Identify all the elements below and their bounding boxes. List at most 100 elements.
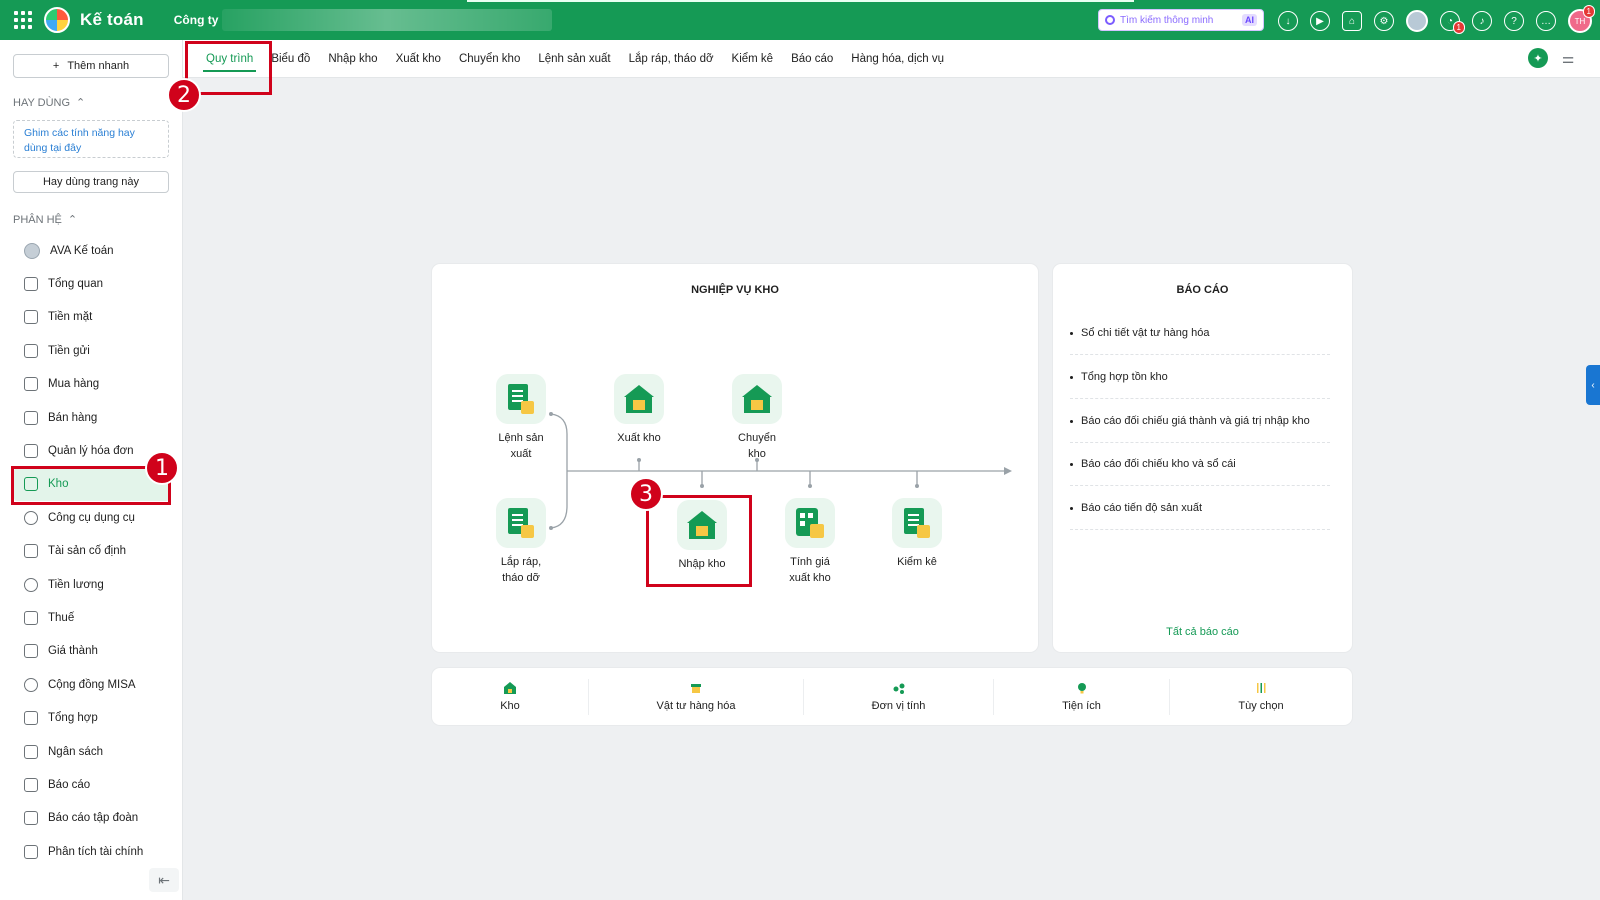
chat-icon[interactable]: ◔ 1 <box>1440 11 1465 34</box>
shortcut-options[interactable]: Tùy chọn <box>1170 679 1352 715</box>
node-stock-out[interactable]: Xuất kho <box>594 374 684 446</box>
node-label: Lệnh sản xuất <box>498 432 544 460</box>
node-cost-calc[interactable]: Tính giá xuất kho <box>765 498 855 586</box>
units-icon <box>893 683 904 694</box>
salary-icon <box>24 577 38 592</box>
sidebar-item-reports[interactable]: Báo cáo <box>0 768 183 801</box>
sidebar-item-summary[interactable]: Tổng hợp <box>0 701 183 734</box>
box-icon <box>691 683 701 693</box>
sidebar-item-label: Tài sản cố định <box>48 545 126 558</box>
top-icons: ↓ ▶ ⌂ ⚙ ◔ 1 ♪ ? … TH 1 <box>1278 5 1595 34</box>
favorites-header[interactable]: HAY DÙNG ⌃ <box>13 96 85 110</box>
sidebar-item-tax[interactable]: Thuế <box>0 601 183 634</box>
sidebar-item-financial-analysis[interactable]: Phân tích tài chính <box>0 835 183 868</box>
sidebar-item-label: Tổng quan <box>48 278 103 291</box>
company-name-redacted <box>222 9 553 31</box>
ai-badge: AI <box>1242 14 1257 26</box>
settings-sliders-icon[interactable]: ⚌ <box>1560 50 1576 66</box>
sidebar-item-label: Tiền lương <box>48 578 104 591</box>
reports-card: BÁO CÁO Sổ chi tiết vật tư hàng hóa Tổng… <box>1053 264 1352 652</box>
shortcut-label: Tiện ích <box>1062 699 1101 712</box>
sidebar-item-deposit[interactable]: Tiền gửi <box>0 334 183 367</box>
user-badge: 1 <box>1582 5 1595 18</box>
smart-search-input[interactable]: Tìm kiếm thông minh AI <box>1098 9 1264 31</box>
node-assembly[interactable]: Lắp ráp, tháo dỡ <box>476 498 566 586</box>
play-icon[interactable]: ▶ <box>1310 11 1330 31</box>
search-icon <box>1105 15 1115 25</box>
report-link[interactable]: Báo cáo tiến độ sản xuất <box>1070 502 1330 530</box>
sidebar-item-cash[interactable]: Tiền mặt <box>0 301 183 334</box>
lightbulb-icon[interactable]: ✦ <box>1528 48 1548 68</box>
notification-app-icon[interactable]: ⌂ <box>1342 11 1362 31</box>
community-icon <box>24 677 38 692</box>
report-link[interactable]: Báo cáo đối chiếu giá thành và giá trị n… <box>1070 415 1330 443</box>
report-link[interactable]: Báo cáo đối chiếu kho và sổ cái <box>1070 458 1330 486</box>
sidebar-item-label: Tổng hợp <box>48 712 98 725</box>
warehouse-icon <box>504 681 516 694</box>
sidebar-item-label: Ngân sách <box>48 745 103 758</box>
report-link[interactable]: Tổng hợp tồn kho <box>1070 371 1330 399</box>
ava-avatar[interactable] <box>1406 10 1428 32</box>
download-icon[interactable]: ↓ <box>1278 11 1298 31</box>
production-order-icon <box>496 374 546 424</box>
tab-production-order[interactable]: Lệnh sản xuất <box>529 40 619 78</box>
sidebar-item-budget[interactable]: Ngân sách <box>0 735 183 768</box>
sidebar-item-ava[interactable]: AVA Kế toán <box>0 234 183 267</box>
modules-header-label: PHÂN HỆ <box>13 213 62 226</box>
shortcut-warehouse[interactable]: Kho <box>432 678 589 715</box>
module-menu: AVA Kế toán Tổng quan Tiền mặt Tiền gửi … <box>0 234 183 868</box>
node-label: Kiểm kê <box>897 556 937 568</box>
sidebar-item-label: Quản lý hóa đơn <box>48 445 134 458</box>
sidebar-item-cost[interactable]: Giá thành <box>0 635 183 668</box>
tab-reports[interactable]: Báo cáo <box>782 40 842 78</box>
tab-assembly[interactable]: Lắp ráp, tháo dỡ <box>620 40 723 78</box>
node-production-order[interactable]: Lệnh sản xuất <box>476 374 566 462</box>
tab-inventory-count[interactable]: Kiểm kê <box>723 40 783 78</box>
sidebar-item-salary[interactable]: Tiền lương <box>0 568 183 601</box>
tab-transfer[interactable]: Chuyển kho <box>450 40 529 78</box>
dashboard-icon <box>24 277 38 292</box>
favorite-page-button[interactable]: Hay dùng trang này <box>13 171 169 193</box>
app-grid-icon[interactable] <box>14 11 32 29</box>
sidebar-item-group-reports[interactable]: Báo cáo tập đoàn <box>0 802 183 835</box>
sidebar-item-fixed-assets[interactable]: Tài sản cố định <box>0 535 183 568</box>
quick-add-button[interactable]: + Thêm nhanh <box>13 54 169 78</box>
sidebar-item-tools[interactable]: Công cụ dụng cụ <box>0 501 183 534</box>
shortcut-materials[interactable]: Vật tư hàng hóa <box>589 678 804 715</box>
report-link[interactable]: Sổ chi tiết vật tư hàng hóa <box>1070 327 1330 355</box>
more-icon[interactable]: … <box>1536 11 1556 31</box>
report-label: Tổng hợp tồn kho <box>1081 371 1168 383</box>
gear-icon[interactable]: ⚙ <box>1374 11 1394 31</box>
node-label: Xuất kho <box>617 432 661 444</box>
sidebar-item-overview[interactable]: Tổng quan <box>0 267 183 300</box>
modules-header[interactable]: PHÂN HỆ ⌃ <box>13 213 77 227</box>
sidebar-item-label: Phân tích tài chính <box>48 845 144 858</box>
step-marker-2: 2 <box>167 78 201 112</box>
sidebar-item-label: Tiền gửi <box>48 344 90 357</box>
report-label: Báo cáo tiến độ sản xuất <box>1081 502 1203 514</box>
tab-stock-in[interactable]: Nhập kho <box>319 40 386 78</box>
tab-stock-out[interactable]: Xuất kho <box>387 40 450 78</box>
shortcut-label: Vật tư hàng hóa <box>656 699 736 712</box>
shortcut-units[interactable]: Đơn vị tính <box>804 678 994 715</box>
shopping-bag-icon <box>24 377 38 392</box>
side-panel-toggle-icon[interactable]: ‹ <box>1586 365 1600 405</box>
company-label[interactable]: Công ty <box>174 13 219 27</box>
node-transfer[interactable]: Chuyển kho <box>712 374 802 462</box>
collapse-sidebar-icon[interactable]: ⇤ <box>149 868 179 892</box>
top-progress-line <box>467 0 1134 2</box>
all-reports-link[interactable]: Tất cả báo cáo <box>1053 626 1352 638</box>
sidebar-item-label: Mua hàng <box>48 378 100 391</box>
bell-icon[interactable]: ♪ <box>1472 11 1492 31</box>
sidebar-item-sales[interactable]: Bán hàng <box>0 401 183 434</box>
shortcut-label: Kho <box>500 699 520 712</box>
sidebar-item-community[interactable]: Cộng đồng MISA <box>0 668 183 701</box>
connector-dot <box>700 484 704 488</box>
budget-icon <box>24 744 38 759</box>
sidebar-item-purchase[interactable]: Mua hàng <box>0 368 183 401</box>
user-avatar[interactable]: TH 1 <box>1568 5 1595 33</box>
shortcut-utilities[interactable]: Tiện ích <box>994 678 1170 715</box>
help-icon[interactable]: ? <box>1504 11 1524 31</box>
node-inventory-count[interactable]: Kiểm kê <box>872 498 962 570</box>
tab-goods-services[interactable]: Hàng hóa, dịch vụ <box>842 40 953 78</box>
